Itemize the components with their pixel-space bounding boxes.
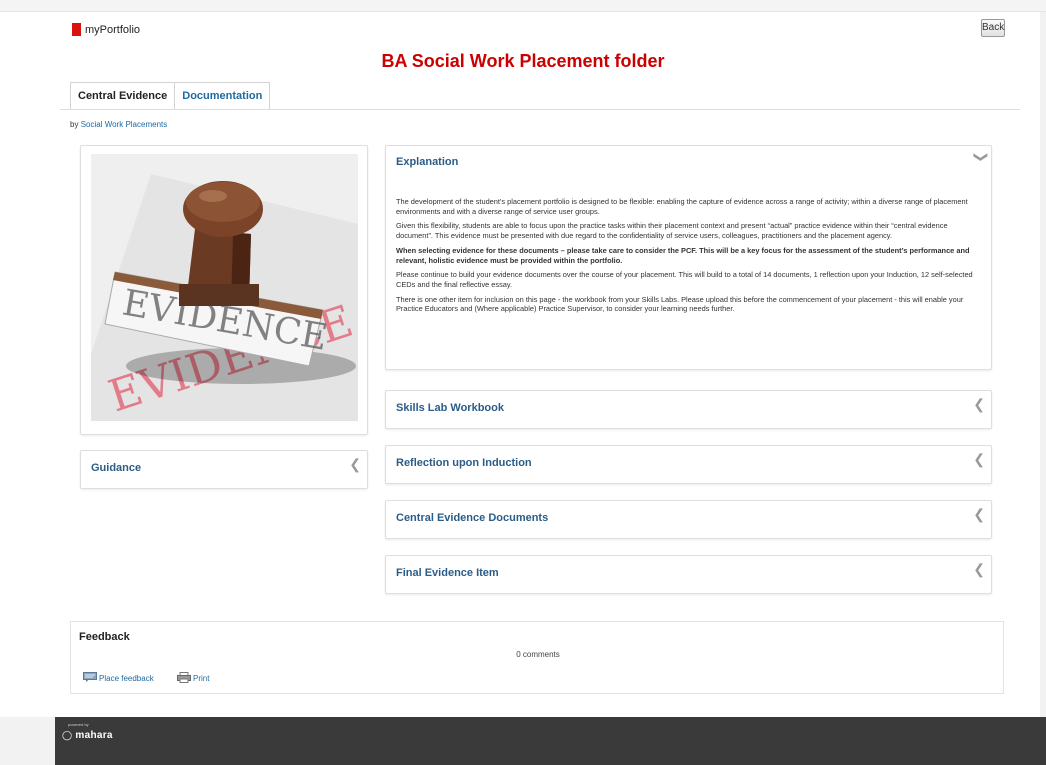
chevron-left-icon[interactable]: ❮ bbox=[973, 507, 985, 521]
page-title: BA Social Work Placement folder bbox=[381, 51, 665, 71]
explanation-paragraph: The development of the student's placeme… bbox=[396, 197, 968, 216]
chevron-left-icon[interactable]: ❮ bbox=[973, 562, 985, 576]
explanation-paragraph: Given this flexibility, students are abl… bbox=[396, 221, 948, 241]
guidance-block[interactable]: Guidance ❮ bbox=[80, 450, 368, 489]
print-link[interactable]: Print bbox=[177, 672, 209, 685]
tab-divider bbox=[60, 109, 1020, 110]
mahara-mark-icon: ◯ bbox=[62, 730, 73, 740]
reflection-block[interactable]: Reflection upon Induction ❮ bbox=[385, 445, 992, 484]
evidence-image-block: EVIDENCE EVIDENCE bbox=[80, 145, 368, 435]
byline: by Social Work Placements bbox=[70, 120, 167, 129]
print-label[interactable]: Print bbox=[193, 674, 209, 683]
printer-icon bbox=[177, 672, 191, 685]
chevron-left-icon[interactable]: ❮ bbox=[973, 452, 985, 466]
evidence-stamp-image: EVIDENCE EVIDENCE bbox=[91, 154, 358, 421]
place-feedback-link[interactable]: Place feedback bbox=[83, 672, 154, 684]
app-logo[interactable]: myPortfolio bbox=[72, 23, 140, 36]
myportfolio-logo-icon bbox=[72, 23, 81, 36]
central-docs-block[interactable]: Central Evidence Documents ❮ bbox=[385, 500, 992, 539]
author-link[interactable]: Social Work Placements bbox=[81, 120, 168, 129]
explanation-block: Explanation ❮ The development of the stu… bbox=[385, 145, 992, 370]
back-button[interactable]: Back bbox=[981, 19, 1005, 37]
final-item-title[interactable]: Final Evidence Item bbox=[396, 567, 499, 579]
evidence-stamp-illustration: EVIDENCE EVIDENCE bbox=[91, 154, 358, 421]
tab-documentation[interactable]: Documentation bbox=[175, 82, 271, 109]
feedback-section: Feedback 0 comments Place feedback Print bbox=[70, 621, 1004, 694]
byline-prefix: by bbox=[70, 120, 79, 129]
skills-lab-title[interactable]: Skills Lab Workbook bbox=[396, 402, 504, 414]
app-name: myPortfolio bbox=[85, 23, 141, 36]
mahara-brand: mahara bbox=[75, 730, 113, 741]
guidance-title[interactable]: Guidance bbox=[91, 462, 141, 474]
tab-central-evidence[interactable]: Central Evidence bbox=[70, 82, 176, 109]
explanation-text: The development of the student's placeme… bbox=[396, 197, 986, 319]
explanation-paragraph: There is one other item for inclusion on… bbox=[396, 294, 964, 314]
skills-lab-block[interactable]: Skills Lab Workbook ❮ bbox=[385, 390, 992, 429]
place-feedback-label[interactable]: Place feedback bbox=[99, 674, 154, 683]
chevron-left-icon[interactable]: ❮ bbox=[349, 457, 361, 471]
speech-bubble-icon bbox=[83, 672, 97, 684]
top-bar bbox=[0, 0, 1046, 12]
page-tabs: Central Evidence Documentation bbox=[70, 82, 271, 109]
central-docs-title[interactable]: Central Evidence Documents bbox=[396, 512, 548, 524]
feedback-title: Feedback bbox=[79, 631, 130, 643]
final-item-block[interactable]: Final Evidence Item ❮ bbox=[385, 555, 992, 594]
chevron-left-icon[interactable]: ❮ bbox=[973, 397, 985, 411]
footer: powered by ◯ mahara bbox=[55, 717, 1046, 765]
explanation-paragraph-bold: When selecting evidence for these docume… bbox=[396, 245, 970, 265]
mahara-logo[interactable]: powered by ◯ mahara bbox=[62, 722, 113, 741]
comment-count: 0 comments bbox=[516, 650, 560, 659]
explanation-paragraph: Please continue to build your evidence d… bbox=[396, 270, 973, 289]
explanation-title[interactable]: Explanation bbox=[396, 156, 458, 168]
reflection-title[interactable]: Reflection upon Induction bbox=[396, 457, 532, 469]
powered-by-label: powered by bbox=[68, 722, 89, 727]
chevron-down-icon[interactable]: ❮ bbox=[971, 151, 987, 163]
